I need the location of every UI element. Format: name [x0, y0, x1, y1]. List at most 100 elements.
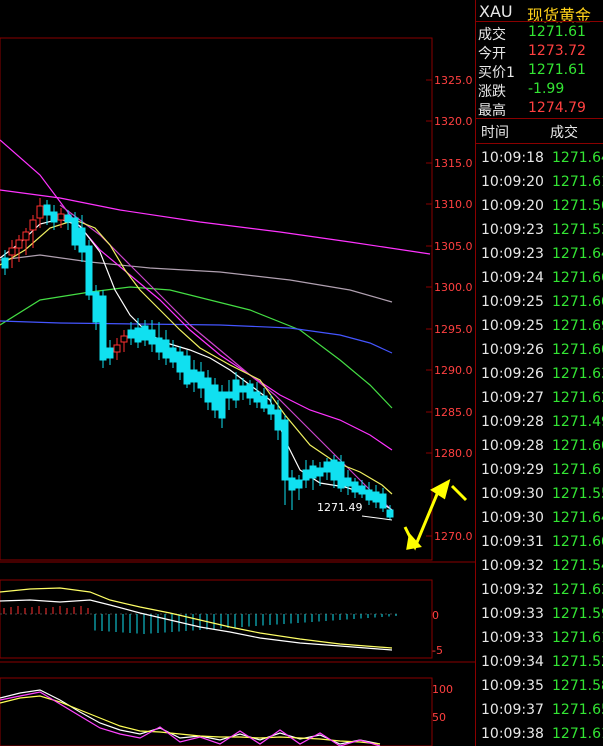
candle-body [64, 214, 72, 223]
price-panel-frame [0, 37, 433, 561]
price-tick-label: 1310.0 [434, 198, 473, 211]
candle-body [344, 477, 352, 487]
quote-value: 1271.61 [528, 24, 586, 40]
trade-price: 1271.60 [552, 294, 603, 310]
trade-row[interactable]: 10:09:33 1271.59 [476, 603, 603, 627]
quote-label: 成交 [478, 27, 506, 43]
candle-body [232, 379, 240, 401]
trade-time: 10:09:20 [481, 198, 544, 214]
candle-body [127, 329, 135, 339]
candle-body [218, 391, 226, 419]
trade-row[interactable]: 10:09:35 1271.58 [476, 675, 603, 699]
price-tick-label: 1285.0 [434, 406, 473, 419]
trade-row[interactable]: 10:09:18 1271.64 [476, 147, 603, 171]
divider [476, 21, 603, 22]
quote-label: 今开 [478, 46, 506, 62]
trade-time: 10:09:26 [481, 342, 544, 358]
price-axis-ticks [426, 79, 432, 537]
candle-body [1, 257, 9, 269]
candle-body [71, 217, 79, 246]
quote-label: 最高 [478, 103, 506, 119]
trade-row[interactable]: 10:09:23 1271.53 [476, 219, 603, 243]
trade-row[interactable]: 10:09:37 1271.65 [476, 699, 603, 723]
trade-row[interactable]: 10:09:23 1271.64 [476, 243, 603, 267]
trade-time: 10:09:32 [481, 558, 544, 574]
candle-body [99, 295, 107, 361]
candle-body [120, 335, 128, 343]
quote-row-open: 今开 1273.72 [476, 42, 603, 62]
trade-time: 10:09:23 [481, 246, 544, 262]
candle-body [50, 211, 58, 223]
kdj-j-line [0, 691, 381, 746]
trade-time: 10:09:18 [481, 150, 544, 166]
candle-body [267, 404, 275, 415]
trade-time: 10:09:29 [481, 462, 544, 478]
trade-row[interactable]: 10:09:31 1271.60 [476, 531, 603, 555]
candle-body [239, 385, 247, 393]
candle-body [85, 245, 93, 296]
price-tick-label: 1320.0 [434, 115, 473, 128]
price-tick-label: 1300.0 [434, 281, 473, 294]
trade-time: 10:09:32 [481, 582, 544, 598]
trade-time: 10:09:27 [481, 390, 544, 406]
trade-row[interactable]: 10:09:28 1271.60 [476, 435, 603, 459]
last-price-label: 1271.49 [317, 501, 363, 514]
trade-row[interactable]: 10:09:26 1271.63 [476, 363, 603, 387]
trade-row[interactable]: 10:09:34 1271.52 [476, 651, 603, 675]
trade-time: 10:09:33 [481, 606, 544, 622]
trade-row[interactable]: 10:09:20 1271.50 [476, 195, 603, 219]
candle-body [190, 369, 198, 383]
trade-row[interactable]: 10:09:32 1271.54 [476, 555, 603, 579]
trade-row[interactable]: 10:09:30 1271.64 [476, 507, 603, 531]
trade-row[interactable]: 10:09:29 1271.6 [476, 459, 603, 483]
kdj-tick-label: 50 [432, 711, 446, 724]
trade-row[interactable]: 10:09:27 1271.62 [476, 387, 603, 411]
quote-row-bid: 买价1 1271.61 [476, 61, 603, 81]
trade-time: 10:09:25 [481, 318, 544, 334]
candle-body [169, 347, 177, 363]
trade-price: 1271.50 [552, 198, 603, 214]
candle-body [253, 391, 261, 403]
candle-body [323, 461, 331, 473]
trade-price: 1271.66 [552, 270, 603, 286]
candle-body [386, 509, 394, 518]
candle-body [204, 377, 212, 403]
candle-body [155, 337, 163, 353]
trade-price: 1271.55 [552, 486, 603, 502]
candle-body [92, 291, 100, 323]
candlestick-chart-area[interactable]: 1325.0 1320.0 1315.0 1310.0 1305.0 1300.… [0, 0, 475, 746]
trade-time: 10:09:28 [481, 414, 544, 430]
trade-row[interactable]: 10:09:32 1271.63 [476, 579, 603, 603]
candle-body [295, 479, 303, 489]
symbol-code: XAU [479, 2, 513, 21]
trade-row[interactable]: 10:09:33 1271.61 [476, 627, 603, 651]
trade-price: 1271.65 [552, 702, 603, 718]
trade-row[interactable]: 10:09:30 1271.55 [476, 483, 603, 507]
trade-price: 1271.69 [552, 318, 603, 334]
quote-panel: XAU 现货黄金 成交 1271.61 今开 1273.72 买价1 1271.… [475, 0, 603, 746]
trade-row[interactable]: 10:09:38 1271.61 [476, 723, 603, 746]
price-tick-label: 1290.0 [434, 364, 473, 377]
candle-body [211, 384, 219, 411]
ma-line-green [0, 286, 393, 409]
trade-row[interactable]: 10:09:25 1271.69 [476, 315, 603, 339]
trade-row[interactable]: 10:09:24 1271.66 [476, 267, 603, 291]
candle-body [36, 205, 44, 219]
trade-time: 10:09:25 [481, 294, 544, 310]
quote-row-change: 涨跌 -1.99 [476, 80, 603, 100]
trade-price: 1271.54 [552, 558, 603, 574]
kdj-tick-label: 100 [432, 683, 453, 696]
ma-line-magenta-fast [0, 139, 393, 451]
candle-body [330, 459, 338, 481]
trade-row[interactable]: 10:09:25 1271.60 [476, 291, 603, 315]
candle-body [57, 213, 65, 221]
candle-body [225, 391, 233, 399]
quote-value: 1273.72 [528, 43, 586, 59]
trade-time: 10:09:30 [481, 510, 544, 526]
trade-row[interactable]: 10:09:26 1271.60 [476, 339, 603, 363]
candle-body [337, 461, 345, 489]
trade-row[interactable]: 10:09:28 1271.49 [476, 411, 603, 435]
candle-body [246, 383, 254, 399]
candle-body [379, 493, 387, 509]
trade-row[interactable]: 10:09:20 1271.61 [476, 171, 603, 195]
